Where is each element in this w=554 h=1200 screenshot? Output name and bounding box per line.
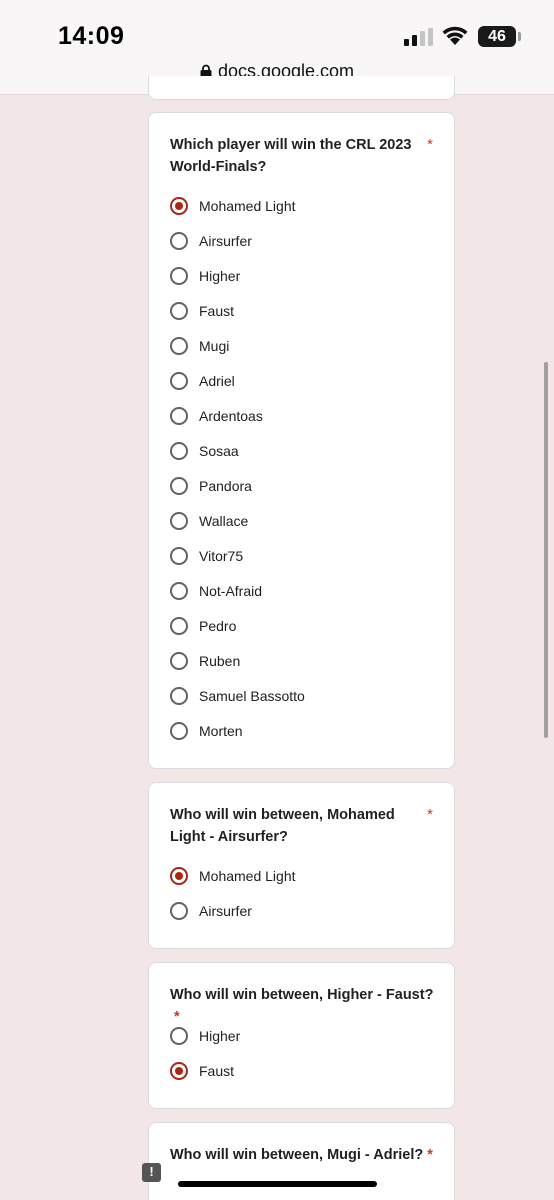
option-label: Ruben: [199, 653, 241, 669]
radio-option[interactable]: Airsurfer: [170, 900, 252, 922]
question-title: Who will win between, Higher - Faust?*: [170, 987, 434, 1025]
radio-option[interactable]: Ardentoas: [170, 405, 263, 427]
radio-unchecked-icon[interactable]: [170, 302, 188, 320]
radio-checked-icon[interactable]: [170, 1062, 188, 1080]
home-indicator[interactable]: [178, 1181, 377, 1187]
radio-option[interactable]: Mohamed Light: [170, 195, 296, 217]
option-label: Mohamed Light: [199, 198, 296, 214]
radio-option[interactable]: Higher: [170, 265, 240, 287]
battery-icon: 46: [478, 26, 516, 47]
radio-unchecked-icon[interactable]: [170, 512, 188, 530]
radio-unchecked-icon[interactable]: [170, 372, 188, 390]
option-label: Higher: [199, 268, 241, 284]
radio-unchecked-icon[interactable]: [170, 687, 188, 705]
radio-unchecked-icon[interactable]: [170, 617, 188, 635]
option-label: Faust: [199, 1063, 235, 1079]
question-card-mohamed-vs-airsurfer: Who will win between, Mohamed Light - Ai…: [148, 782, 455, 949]
radio-option[interactable]: Faust: [170, 1060, 234, 1082]
radio-unchecked-icon[interactable]: [170, 442, 188, 460]
battery-cap: [518, 32, 521, 41]
option-label: Faust: [199, 303, 235, 319]
question-title: Who will win between, Mugi - Adriel? *: [170, 1147, 433, 1163]
previous-question-card: [148, 76, 455, 100]
radio-unchecked-icon[interactable]: [170, 902, 188, 920]
radio-unchecked-icon[interactable]: [170, 232, 188, 250]
required-asterisk: *: [427, 136, 433, 153]
radio-option[interactable]: Vitor75: [170, 545, 243, 567]
option-label: Not-Afraid: [199, 583, 263, 599]
option-label: Samuel Bassotto: [199, 688, 305, 704]
radio-unchecked-icon[interactable]: [170, 1027, 188, 1045]
radio-unchecked-icon[interactable]: [170, 652, 188, 670]
option-label: Pandora: [199, 478, 252, 494]
radio-option[interactable]: Wallace: [170, 510, 248, 532]
radio-option[interactable]: Faust: [170, 300, 234, 322]
cellular-signal-icon: [404, 28, 433, 46]
wifi-icon: [442, 26, 468, 45]
radio-unchecked-icon[interactable]: [170, 547, 188, 565]
option-label: Vitor75: [199, 548, 244, 564]
option-label: Adriel: [199, 373, 235, 389]
radio-option[interactable]: Morten: [170, 720, 243, 742]
question-card-mugi-vs-adriel: Who will win between, Mugi - Adriel? *: [148, 1122, 455, 1200]
option-label: Airsurfer: [199, 903, 252, 919]
battery-percentage: 46: [488, 28, 506, 45]
radio-checked-icon[interactable]: [170, 197, 188, 215]
radio-unchecked-icon[interactable]: [170, 267, 188, 285]
question-title: Who will win between, Mohamed Light - Ai…: [170, 807, 395, 845]
radio-option[interactable]: Ruben: [170, 650, 240, 672]
radio-option[interactable]: Mohamed Light: [170, 865, 296, 887]
radio-option[interactable]: Pedro: [170, 615, 236, 637]
option-label: Higher: [199, 1028, 241, 1044]
radio-option[interactable]: Pandora: [170, 475, 252, 497]
radio-option[interactable]: Samuel Bassotto: [170, 685, 305, 707]
report-issue-icon[interactable]: !: [142, 1163, 161, 1182]
required-asterisk: *: [427, 1147, 433, 1163]
option-label: Wallace: [199, 513, 249, 529]
radio-unchecked-icon[interactable]: [170, 477, 188, 495]
radio-option[interactable]: Airsurfer: [170, 230, 252, 252]
option-label: Mugi: [199, 338, 230, 354]
option-label: Pedro: [199, 618, 237, 634]
question-card-higher-vs-faust: Who will win between, Higher - Faust?* H…: [148, 962, 455, 1109]
radio-unchecked-icon[interactable]: [170, 407, 188, 425]
radio-unchecked-icon[interactable]: [170, 582, 188, 600]
radio-option[interactable]: Higher: [170, 1025, 240, 1047]
radio-option[interactable]: Sosaa: [170, 440, 239, 462]
required-asterisk: *: [427, 806, 433, 823]
option-label: Mohamed Light: [199, 868, 296, 884]
clock: 14:09: [58, 22, 125, 50]
radio-option[interactable]: Mugi: [170, 335, 229, 357]
radio-unchecked-icon[interactable]: [170, 337, 188, 355]
option-label: Airsurfer: [199, 233, 252, 249]
question-card-crl-winner: Which player will win the CRL 2023 World…: [148, 112, 455, 769]
option-label: Morten: [199, 723, 243, 739]
option-label: Ardentoas: [199, 408, 263, 424]
question-title: Which player will win the CRL 2023 World…: [170, 137, 412, 175]
radio-checked-icon[interactable]: [170, 867, 188, 885]
radio-option[interactable]: Adriel: [170, 370, 235, 392]
scrollbar[interactable]: [544, 362, 548, 738]
radio-option[interactable]: Not-Afraid: [170, 580, 262, 602]
option-label: Sosaa: [199, 443, 239, 459]
required-asterisk: *: [174, 1009, 180, 1025]
radio-unchecked-icon[interactable]: [170, 722, 188, 740]
